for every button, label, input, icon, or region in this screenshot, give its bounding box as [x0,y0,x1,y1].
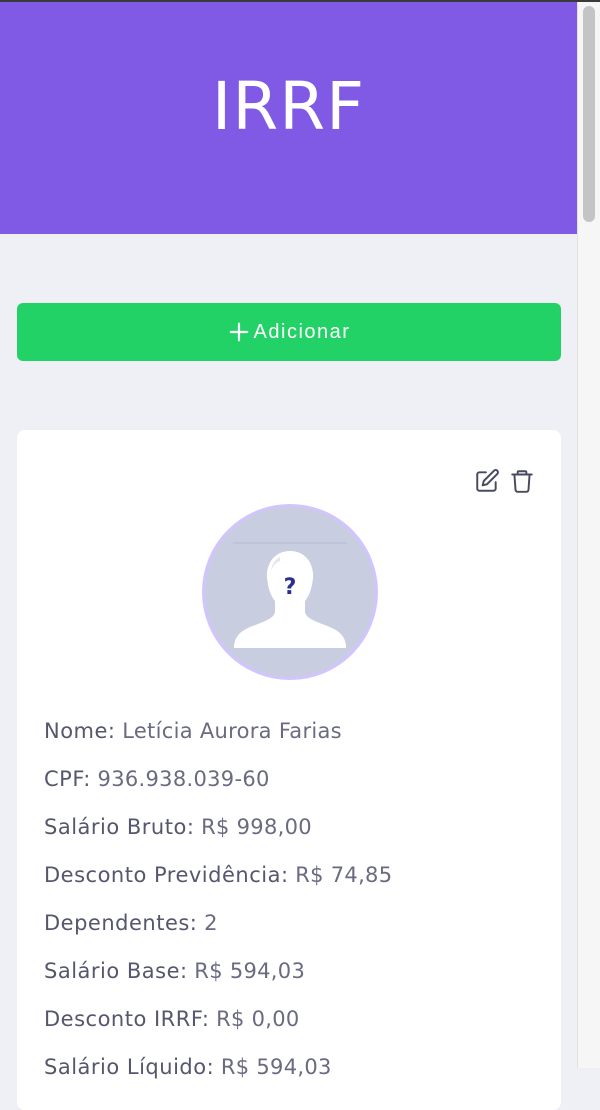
edit-icon [476,469,499,492]
field-nome: Nome: Letícia Aurora Farias [44,719,342,743]
field-cpf: CPF: 936.938.039-60 [44,767,270,791]
plus-icon [229,322,248,342]
scrollbar-thumb[interactable] [583,6,595,222]
field-desconto-previdencia: Desconto Previdência: R$ 74,85 [44,863,393,887]
page-title: IRRF [211,67,366,145]
field-desconto-irrf: Desconto IRRF: R$ 0,00 [44,1007,300,1031]
edit-button[interactable] [474,468,500,494]
avatar: ? [202,504,378,680]
field-salario-base: Salário Base: R$ 594,03 [44,959,306,983]
add-button[interactable]: Adicionar [17,303,561,361]
unknown-user-icon: ? [205,507,375,677]
add-button-label: Adicionar [253,320,351,343]
svg-text:?: ? [284,575,297,600]
trash-icon [511,470,533,493]
record-card: ? Nome: Letícia Aurora Farias CPF: 936.9… [17,430,561,1110]
field-salario-bruto: Salário Bruto: R$ 998,00 [44,815,312,839]
delete-button[interactable] [509,468,535,494]
field-dependentes: Dependentes: 2 [44,911,218,935]
page-header: IRRF [0,2,577,234]
field-salario-liquido: Salário Líquido: R$ 594,03 [44,1055,332,1079]
record-fields: Nome: Letícia Aurora Farias CPF: 936.938… [44,710,544,1094]
